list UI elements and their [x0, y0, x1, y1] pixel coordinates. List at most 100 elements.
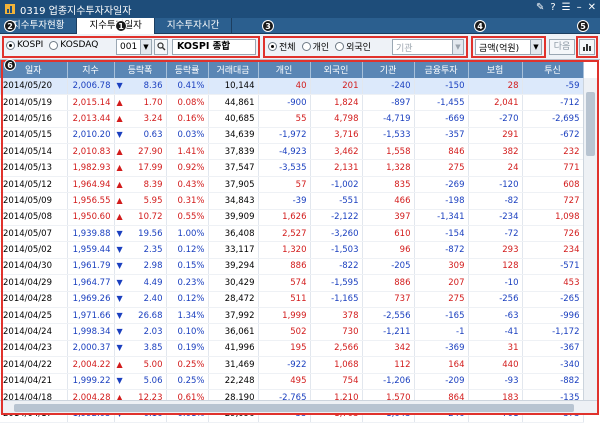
column-header[interactable]: 외국인 [310, 60, 363, 78]
radio-individual[interactable]: 개인 [301, 40, 329, 53]
radio-foreign[interactable]: 외국인 [335, 40, 371, 53]
column-header[interactable]: 거래대금 [208, 60, 259, 78]
badge-3: 3 [262, 20, 274, 32]
cell-index: 1,964.77 [67, 274, 115, 292]
badge-4: 4 [474, 20, 486, 32]
unit-select[interactable]: 금액(억원) ▼ [475, 39, 542, 55]
radio-all[interactable]: 전체 [268, 40, 296, 53]
table-row[interactable]: 2014/05/20 2,006.78 ▼ 8.36 0.41% 10,144 40 201-… [0, 78, 584, 95]
down-arrow-icon: ▼ [116, 130, 123, 140]
cell-ins: 886 [362, 274, 415, 292]
cell-amount: 41,996 [208, 340, 259, 358]
table-row[interactable]: 2014/04/30 1,961.79 ▼ 2.98 0.15% 39,294 886 -82… [0, 258, 584, 276]
cell-frn: 3,716 [310, 127, 363, 145]
cell-ind: -3,535 [258, 159, 311, 177]
cell-amount: 36,061 [208, 323, 259, 341]
cell-insu: 382 [468, 143, 523, 161]
scroll-thumb[interactable] [586, 92, 595, 156]
vertical-scrollbar[interactable] [583, 78, 597, 400]
table-row[interactable]: 2014/04/29 1,964.77 ▼ 4.49 0.23% 30,429 574 -1,… [0, 274, 584, 292]
cell-index: 1,959.44 [67, 241, 115, 259]
cell-trust: -672 [522, 127, 584, 145]
table-row[interactable]: 2014/05/13 1,982.93 ▲ 17.99 0.92% 37,547 -3,53… [0, 159, 584, 177]
up-arrow-icon: ▲ [116, 163, 123, 173]
cell-ind: 502 [258, 323, 311, 341]
table-row[interactable]: 2014/05/15 2,010.20 ▼ 0.63 0.03% 34,639 -1,972… [0, 127, 584, 145]
table-row[interactable]: 2014/04/28 1,969.26 ▼ 2.40 0.12% 28,472 511 -1,… [0, 291, 584, 308]
table-row[interactable]: 2014/05/07 1,939.88 ▼ 19.56 1.00% 36,408 2,527… [0, 225, 584, 243]
table-row[interactable]: 2014/05/19 2,015.14 ▲ 1.70 0.08% 44,861 -900 1,… [0, 94, 584, 112]
cell-rate: 0.41% [166, 78, 209, 95]
chevron-down-icon[interactable]: ▼ [140, 40, 151, 54]
cell-insu: 291 [468, 127, 523, 145]
close-icon[interactable]: ✕ [588, 2, 596, 13]
cell-rate: 0.43% [166, 176, 209, 194]
tab-index-time[interactable]: 지수투자시간 [155, 18, 233, 34]
cell-ind: -922 [258, 356, 311, 374]
column-header[interactable]: 등락폭 [114, 60, 167, 78]
table-row[interactable]: 2014/04/24 1,998.34 ▼ 2.03 0.10% 36,061 502 730… [0, 323, 584, 341]
cell-frn: 2,131 [310, 159, 363, 177]
column-header[interactable]: 개인 [258, 60, 311, 78]
cell-rate: 0.10% [166, 323, 209, 341]
table-row[interactable]: 2014/04/22 2,004.22 ▲ 5.00 0.25% 31,469 -922 1,… [0, 356, 584, 374]
radio-kospi[interactable]: KOSPI [6, 40, 43, 50]
radio-kospi-label: KOSPI [17, 40, 44, 50]
cell-index: 1,956.55 [67, 192, 115, 210]
cell-trust: 453 [522, 274, 584, 292]
next-button[interactable]: 다음 [549, 39, 575, 55]
chart-button[interactable] [579, 39, 595, 55]
cell-insu: 440 [468, 356, 523, 374]
cell-insu: 128 [468, 258, 523, 276]
column-header[interactable]: 등락률 [166, 60, 209, 78]
column-header[interactable]: 기관 [362, 60, 415, 78]
table-row[interactable]: 2014/05/14 2,010.83 ▲ 27.90 1.41% 37,839 -4,92… [0, 143, 584, 161]
search-button[interactable] [154, 39, 168, 55]
column-header[interactable]: 투신 [522, 60, 584, 78]
cell-insu: -120 [468, 176, 523, 194]
radio-kosdaq[interactable]: KOSDAQ [49, 40, 98, 50]
table-row[interactable]: 2014/04/23 2,000.37 ▼ 3.85 0.19% 41,996 195 2,5… [0, 340, 584, 358]
scroll-thumb[interactable] [14, 404, 574, 412]
table-row[interactable]: 2014/05/09 1,956.55 ▲ 5.95 0.31% 34,843 -39 -55… [0, 192, 584, 210]
table-row[interactable]: 2014/05/12 1,964.94 ▲ 8.39 0.43% 37,905 57 -1,0… [0, 176, 584, 194]
code-select[interactable]: 001 ▼ [116, 39, 152, 55]
radio-dot [301, 42, 311, 51]
table-row[interactable]: 2014/04/21 1,999.22 ▼ 5.06 0.25% 22,248 495 754… [0, 373, 584, 390]
change-value: 27.90 [138, 146, 163, 157]
help-icon[interactable]: ? [550, 2, 555, 13]
radio-dot [268, 42, 277, 51]
cell-ins: 397 [362, 209, 415, 227]
cell-index: 2,006.78 [67, 78, 115, 95]
menu-icon[interactable]: ☰ [562, 2, 571, 13]
table-header: 일자 지수 등락폭 등락률 거래대금 개인 외국인 기관 금융투자 보험 투신 [0, 60, 584, 78]
cell-ind: -1,972 [258, 127, 311, 145]
column-header[interactable]: 지수 [67, 60, 115, 78]
code-value: 001 [120, 42, 138, 52]
cell-frn: -1,002 [310, 176, 363, 194]
cell-fin: -154 [414, 225, 469, 243]
cell-fin: -165 [414, 307, 469, 325]
horizontal-scrollbar[interactable] [0, 400, 597, 414]
cell-date: 2014/04/29 [0, 274, 68, 292]
table-row[interactable]: 2014/05/02 1,959.44 ▼ 2.35 0.12% 33,117 1,320-… [0, 241, 584, 259]
up-arrow-icon: ▲ [116, 146, 123, 156]
cell-ind: 574 [258, 274, 311, 292]
toolbar: KOSPI KOSDAQ 001 ▼ KOSPI 종합 전체 개인 외국인 기관… [0, 34, 600, 60]
minimize-icon[interactable]: – [577, 2, 582, 13]
pin-icon[interactable]: ✎ [536, 2, 544, 13]
chevron-down-icon[interactable]: ▼ [452, 40, 463, 54]
column-header[interactable]: 보험 [468, 60, 523, 78]
cell-rate: 0.23% [166, 274, 209, 292]
table-row[interactable]: 2014/05/16 2,013.44 ▲ 3.24 0.16% 40,685 55 4,79… [0, 110, 584, 128]
column-header[interactable]: 금융투자 [414, 60, 469, 78]
institution-select[interactable]: 기관 ▼ [392, 39, 464, 55]
table-row[interactable]: 2014/05/08 1,950.60 ▲ 10.72 0.55% 39,909 1,626… [0, 209, 584, 227]
cell-change: ▲ 5.00 [114, 356, 167, 374]
chevron-down-icon[interactable]: ▼ [530, 40, 541, 54]
cell-index: 1,961.79 [67, 258, 115, 276]
table-row[interactable]: 2014/04/25 1,971.66 ▼ 26.68 1.34% 37,992 1,999… [0, 307, 584, 325]
cell-insu: 293 [468, 241, 523, 259]
cell-fin: -872 [414, 241, 469, 259]
cell-rate: 1.00% [166, 225, 209, 243]
